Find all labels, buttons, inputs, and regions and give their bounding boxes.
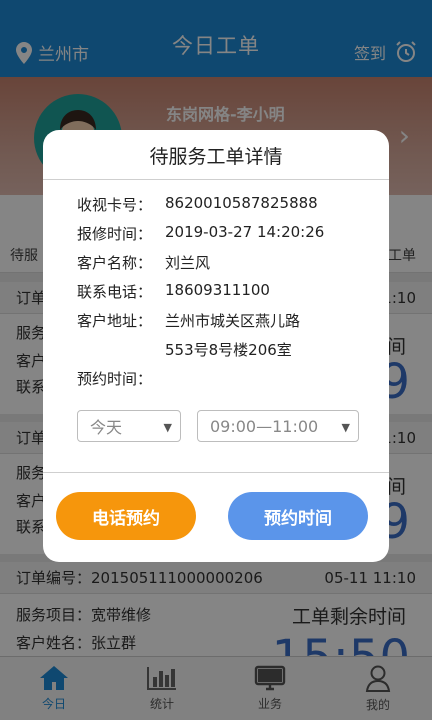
phone-value: 18609311100 — [165, 281, 270, 299]
day-select-value: 今天 — [90, 418, 123, 437]
address-line2: 553号8号楼206室 — [165, 341, 292, 359]
phone-row: 联系电话： 18609311100 — [77, 281, 324, 310]
caret-down-icon: ▼ — [163, 421, 172, 434]
address-line1: 兰州市城关区燕儿路 — [165, 312, 301, 330]
order-detail-info: 收视卡号： 8620010587825888 报修时间： 2019-03-27 … — [77, 194, 324, 397]
customer-name-row: 客户名称： 刘兰风 — [77, 252, 324, 281]
address-row: 客户地址： 兰州市城关区燕儿路 — [77, 310, 324, 339]
time-range-value: 09:00—11:00 — [210, 416, 319, 436]
caret-down-icon: ▼ — [341, 421, 350, 434]
customer-name-value: 刘兰风 — [165, 254, 211, 272]
dialog-divider — [43, 472, 389, 473]
order-detail-dialog: 待服务工单详情 收视卡号： 8620010587825888 报修时间： 201… — [43, 130, 389, 562]
appointment-selects: 今天 ▼ 09:00—11:00 ▼ — [77, 410, 359, 442]
appointment-label: 预约时间： — [77, 370, 153, 388]
report-time-value: 2019-03-27 14:20:26 — [165, 223, 325, 241]
phone-appointment-button[interactable]: 电话预约 — [56, 492, 196, 540]
report-time-row: 报修时间： 2019-03-27 14:20:26 — [77, 223, 324, 252]
set-time-button[interactable]: 预约时间 — [228, 492, 368, 540]
address-label: 客户地址： — [77, 312, 153, 330]
time-range-select[interactable]: 09:00—11:00 ▼ — [197, 410, 359, 442]
report-time-label: 报修时间： — [77, 225, 153, 243]
card-number-label: 收视卡号： — [77, 196, 153, 214]
card-number-value: 8620010587825888 — [165, 194, 318, 212]
appointment-row: 预约时间： — [77, 368, 324, 397]
day-select[interactable]: 今天 ▼ — [77, 410, 181, 442]
phone-label: 联系电话： — [77, 283, 153, 301]
customer-name-label: 客户名称： — [77, 254, 153, 272]
card-number-row: 收视卡号： 8620010587825888 — [77, 194, 324, 223]
dialog-title: 待服务工单详情 — [43, 130, 389, 180]
